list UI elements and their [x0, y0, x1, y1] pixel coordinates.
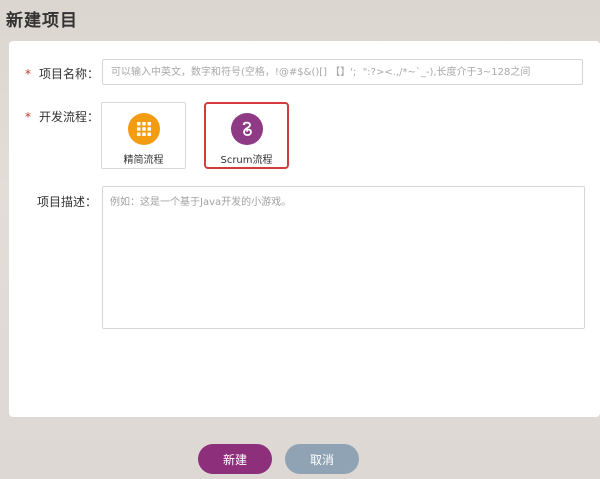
dev-flow-label: 开发流程：: [39, 110, 100, 124]
create-button[interactable]: 新建: [198, 444, 272, 474]
flow-option-scrum[interactable]: Scrum流程: [204, 102, 289, 169]
cancel-button[interactable]: 取消: [285, 444, 359, 474]
page-title: 新建项目: [6, 11, 78, 31]
flow-option-label: 精简流程: [123, 155, 164, 166]
scrum-cycle-icon: [230, 113, 263, 145]
project-description-label: 项目描述：: [37, 195, 98, 209]
project-name-row-label: * 项目名称：: [25, 65, 99, 82]
required-mark: *: [25, 67, 31, 81]
grid-icon: [127, 113, 160, 145]
project-name-input[interactable]: [102, 59, 583, 85]
flow-option-label: Scrum流程: [220, 155, 273, 166]
required-mark: *: [25, 110, 31, 124]
dev-flow-row-label: * 开发流程：: [25, 108, 99, 125]
flow-option-simple[interactable]: 精简流程: [101, 102, 186, 169]
project-name-label: 项目名称：: [39, 67, 100, 81]
new-project-form: *项目名称： *开发流程： 精简流程 Scrum: [9, 41, 600, 417]
project-description-textarea[interactable]: [102, 186, 585, 329]
